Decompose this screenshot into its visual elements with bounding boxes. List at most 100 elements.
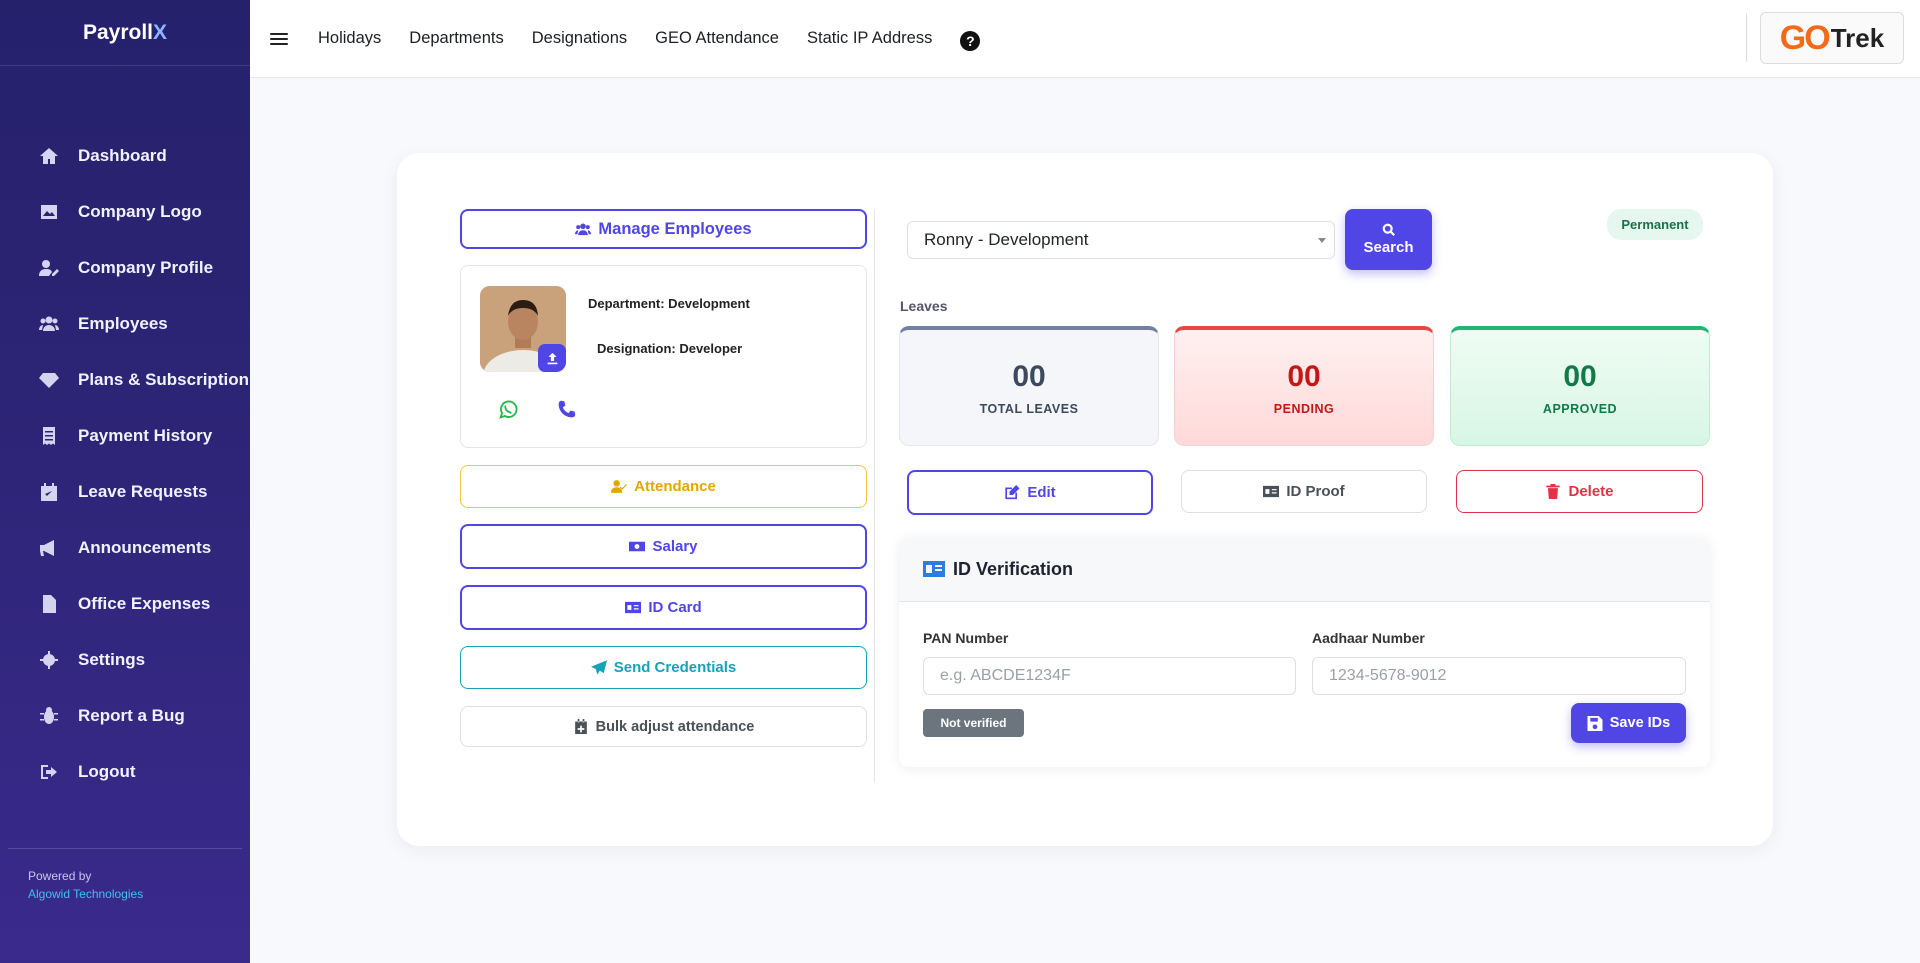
sidebar-item-label: Announcements bbox=[78, 538, 212, 557]
sidebar-item-logout[interactable]: Logout bbox=[0, 744, 250, 800]
sidebar: Payroll X Dashboard Company Logo Company … bbox=[0, 0, 250, 963]
nav-departments[interactable]: Departments bbox=[409, 29, 503, 48]
sidebar-item-leave-requests[interactable]: Leave Requests bbox=[0, 464, 250, 520]
id-card-icon bbox=[625, 601, 642, 614]
send-credentials-label: Send Credentials bbox=[613, 659, 737, 676]
calendar-plus-icon bbox=[574, 719, 587, 734]
sidebar-item-label: Plans & Subscription bbox=[78, 370, 249, 389]
salary-button[interactable]: Salary bbox=[460, 524, 867, 569]
company-logo: GO Trek bbox=[1760, 12, 1904, 64]
department-text: Department: Development bbox=[588, 296, 750, 311]
stat-label: TOTAL LEAVES bbox=[979, 401, 1079, 416]
sidebar-item-label: Payment History bbox=[78, 426, 213, 445]
bullhorn-icon bbox=[38, 538, 60, 558]
stat-label: APPROVED bbox=[1542, 401, 1618, 416]
sidebar-item-plans[interactable]: Plans & Subscription bbox=[0, 352, 250, 408]
sidebar-item-dashboard[interactable]: Dashboard bbox=[0, 128, 250, 184]
sidebar-item-label: Report a Bug bbox=[78, 706, 185, 725]
edit-button[interactable]: Edit bbox=[907, 470, 1153, 515]
column-divider bbox=[874, 209, 875, 783]
aadhaar-input[interactable]: 1234-5678-9012 bbox=[1312, 657, 1686, 695]
money-bill-icon bbox=[629, 541, 646, 552]
help-icon[interactable]: ? bbox=[960, 30, 981, 51]
sidebar-item-office-expenses[interactable]: Office Expenses bbox=[0, 576, 250, 632]
brand-name: Payroll bbox=[82, 20, 154, 44]
search-icon bbox=[1382, 223, 1395, 237]
home-icon bbox=[38, 146, 60, 166]
search-button[interactable]: Search bbox=[1345, 209, 1432, 270]
sidebar-item-employees[interactable]: Employees bbox=[0, 296, 250, 352]
nav-designations[interactable]: Designations bbox=[532, 29, 627, 48]
sidebar-item-label: Dashboard bbox=[78, 146, 167, 165]
powered-by-label: Powered by bbox=[28, 869, 92, 883]
search-label: Search bbox=[1363, 239, 1414, 256]
nav-geo-attendance[interactable]: GEO Attendance bbox=[655, 29, 779, 48]
id-verification-header: ID Verification bbox=[899, 537, 1710, 602]
whatsapp-icon[interactable] bbox=[497, 399, 519, 421]
id-proof-button[interactable]: ID Proof bbox=[1181, 470, 1427, 513]
id-verification-panel: ID Verification PAN Number e.g. ABCDE123… bbox=[899, 537, 1710, 767]
logout-icon bbox=[38, 762, 60, 782]
avatar bbox=[480, 286, 566, 372]
paper-plane-icon bbox=[590, 660, 607, 675]
verification-status-badge: Not verified bbox=[923, 709, 1024, 737]
bug-icon bbox=[38, 706, 60, 726]
topbar-divider bbox=[1746, 14, 1747, 62]
salary-label: Salary bbox=[652, 538, 698, 555]
save-ids-button[interactable]: Save IDs bbox=[1571, 703, 1686, 743]
employee-select[interactable]: Ronny - Development bbox=[907, 221, 1335, 259]
bulk-adjust-attendance-button[interactable]: Bulk adjust attendance bbox=[460, 706, 867, 747]
sidebar-item-label: Office Expenses bbox=[78, 594, 211, 613]
pan-input[interactable]: e.g. ABCDE1234F bbox=[923, 657, 1296, 695]
phone-icon[interactable] bbox=[557, 399, 579, 421]
users-icon bbox=[38, 314, 60, 334]
approved-leaves-card: 00 APPROVED bbox=[1450, 326, 1710, 446]
attendance-button[interactable]: Attendance bbox=[460, 465, 867, 508]
bulk-adjust-label: Bulk adjust attendance bbox=[595, 718, 755, 735]
id-card-icon bbox=[1263, 485, 1280, 498]
id-proof-label: ID Proof bbox=[1286, 483, 1345, 500]
logo-trek: Trek bbox=[1830, 22, 1885, 53]
user-edit-icon bbox=[38, 258, 60, 278]
brand-logo[interactable]: Payroll X bbox=[0, 0, 250, 66]
id-card-button[interactable]: ID Card bbox=[460, 585, 867, 630]
upload-photo-button[interactable] bbox=[538, 344, 566, 372]
status-badge: Permanent bbox=[1607, 209, 1703, 240]
gear-icon bbox=[38, 650, 60, 670]
manage-employees-button[interactable]: Manage Employees bbox=[460, 209, 867, 249]
sidebar-item-report-bug[interactable]: Report a Bug bbox=[0, 688, 250, 744]
image-icon bbox=[38, 202, 60, 222]
delete-button[interactable]: Delete bbox=[1456, 470, 1703, 513]
top-nav: Holidays Departments Designations GEO At… bbox=[304, 29, 946, 48]
sidebar-item-label: Employees bbox=[78, 314, 168, 333]
delete-label: Delete bbox=[1568, 483, 1614, 500]
aadhaar-label: Aadhaar Number bbox=[1312, 630, 1425, 646]
powered-by-company-link[interactable]: Algowid Technologies bbox=[28, 885, 222, 903]
edit-label: Edit bbox=[1027, 484, 1056, 501]
sidebar-item-announcements[interactable]: Announcements bbox=[0, 520, 250, 576]
total-leaves-card: 00 TOTAL LEAVES bbox=[899, 326, 1159, 446]
trash-icon bbox=[1546, 484, 1561, 499]
calendar-check-icon bbox=[38, 482, 60, 502]
stat-value: 00 bbox=[1563, 359, 1597, 393]
sidebar-nav: Dashboard Company Logo Company Profile E… bbox=[0, 128, 250, 800]
sidebar-item-company-profile[interactable]: Company Profile bbox=[0, 240, 250, 296]
topbar: Holidays Departments Designations GEO At… bbox=[250, 0, 1920, 78]
stat-value: 00 bbox=[1287, 359, 1321, 393]
upload-icon bbox=[547, 352, 557, 364]
sidebar-item-label: Company Logo bbox=[78, 202, 202, 221]
edit-icon bbox=[1005, 485, 1020, 500]
nav-holidays[interactable]: Holidays bbox=[318, 29, 381, 48]
attendance-label: Attendance bbox=[634, 478, 716, 495]
nav-static-ip[interactable]: Static IP Address bbox=[807, 29, 932, 48]
brand-accent: X bbox=[153, 20, 168, 44]
sidebar-item-settings[interactable]: Settings bbox=[0, 632, 250, 688]
id-card-label: ID Card bbox=[648, 599, 702, 616]
sidebar-item-payment-history[interactable]: Payment History bbox=[0, 408, 250, 464]
chevron-down-icon bbox=[1318, 238, 1326, 243]
sidebar-item-company-logo[interactable]: Company Logo bbox=[0, 184, 250, 240]
stat-label: PENDING bbox=[1273, 401, 1335, 416]
menu-toggle-icon[interactable] bbox=[270, 32, 288, 45]
leaves-heading: Leaves bbox=[900, 298, 948, 314]
send-credentials-button[interactable]: Send Credentials bbox=[460, 646, 867, 689]
